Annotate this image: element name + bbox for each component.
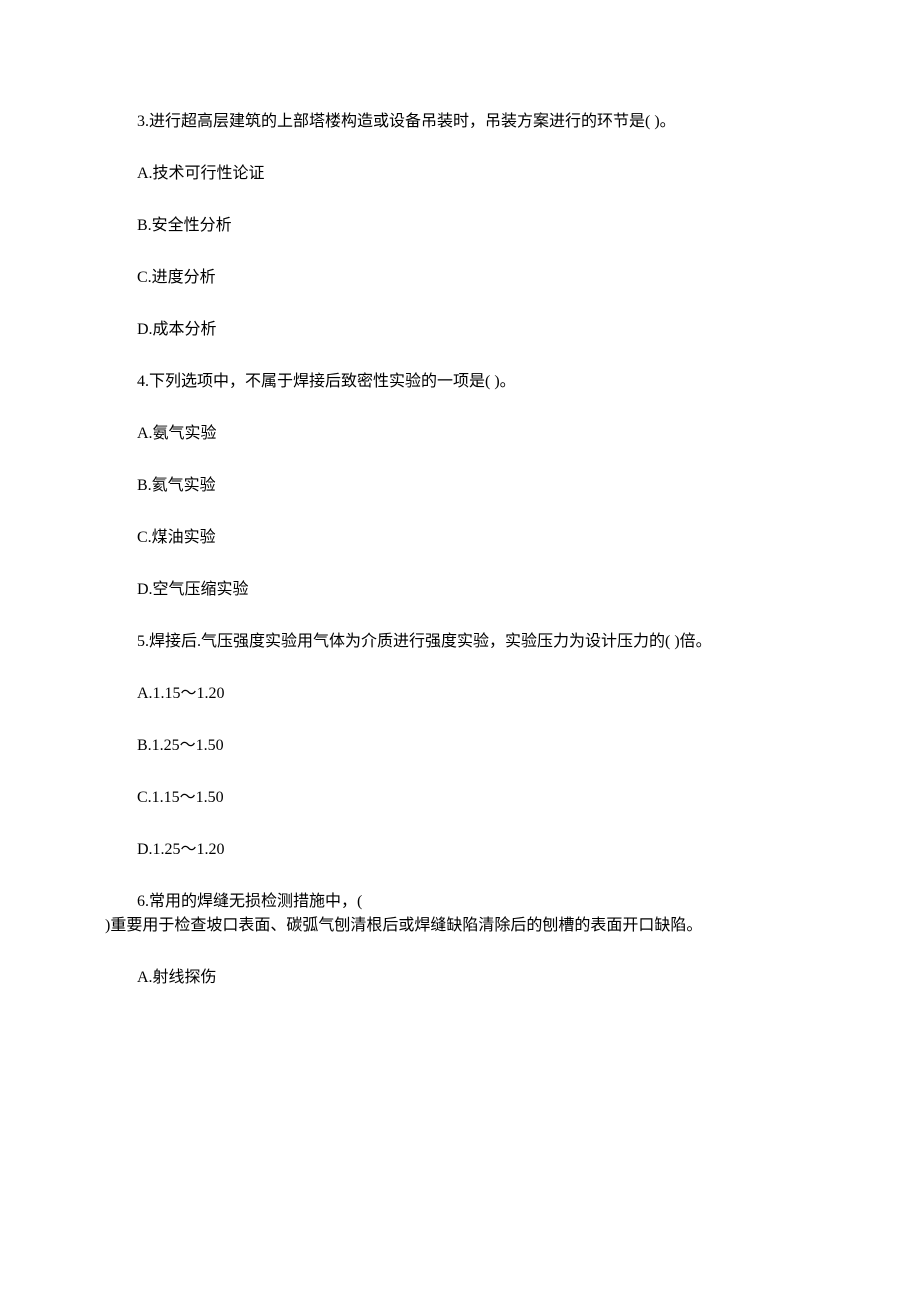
question-6-stem-line2: )重要用于检查坡口表面、碳弧气刨清根后或焊缝缺陷清除后的刨槽的表面开口缺陷。 (105, 914, 815, 938)
question-4-option-a: A.氨气实验 (105, 422, 815, 446)
question-4-stem: 4.下列选项中，不属于焊接后致密性实验的一项是( )。 (105, 370, 815, 394)
question-5-option-b: B.1.25～1.50 (105, 734, 815, 758)
question-3-option-c: C.进度分析 (105, 266, 815, 290)
question-5-option-a: A.1.15～1.20 (105, 682, 815, 706)
question-4-option-b: B.氦气实验 (105, 474, 815, 498)
question-3-option-b: B.安全性分析 (105, 214, 815, 238)
document-page: 3.进行超高层建筑的上部塔楼构造或设备吊装时，吊装方案进行的环节是( )。 A.… (0, 0, 920, 1078)
question-5-option-d: D.1.25～1.20 (105, 838, 815, 862)
question-6-stem-line1: 6.常用的焊缝无损检测措施中，( (105, 890, 815, 914)
question-4-option-d: D.空气压缩实验 (105, 578, 815, 602)
question-6-option-a: A.射线探伤 (105, 966, 815, 990)
question-4-option-c: C.煤油实验 (105, 526, 815, 550)
question-3-stem: 3.进行超高层建筑的上部塔楼构造或设备吊装时，吊装方案进行的环节是( )。 (105, 110, 815, 134)
question-5-stem: 5.焊接后.气压强度实验用气体为介质进行强度实验，实验压力为设计压力的( )倍。 (105, 630, 815, 654)
question-3-option-a: A.技术可行性论证 (105, 162, 815, 186)
question-3-option-d: D.成本分析 (105, 318, 815, 342)
question-5-option-c: C.1.15～1.50 (105, 786, 815, 810)
